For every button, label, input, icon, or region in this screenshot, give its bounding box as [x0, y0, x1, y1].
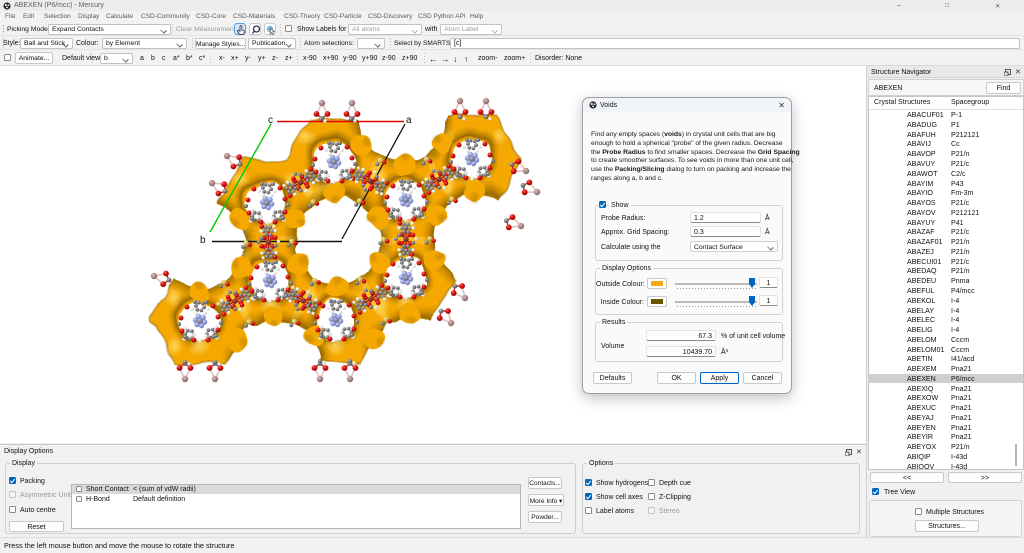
svg-text:c: c	[268, 115, 273, 126]
svg-text:a: a	[406, 115, 412, 126]
svg-text:b: b	[200, 235, 206, 246]
